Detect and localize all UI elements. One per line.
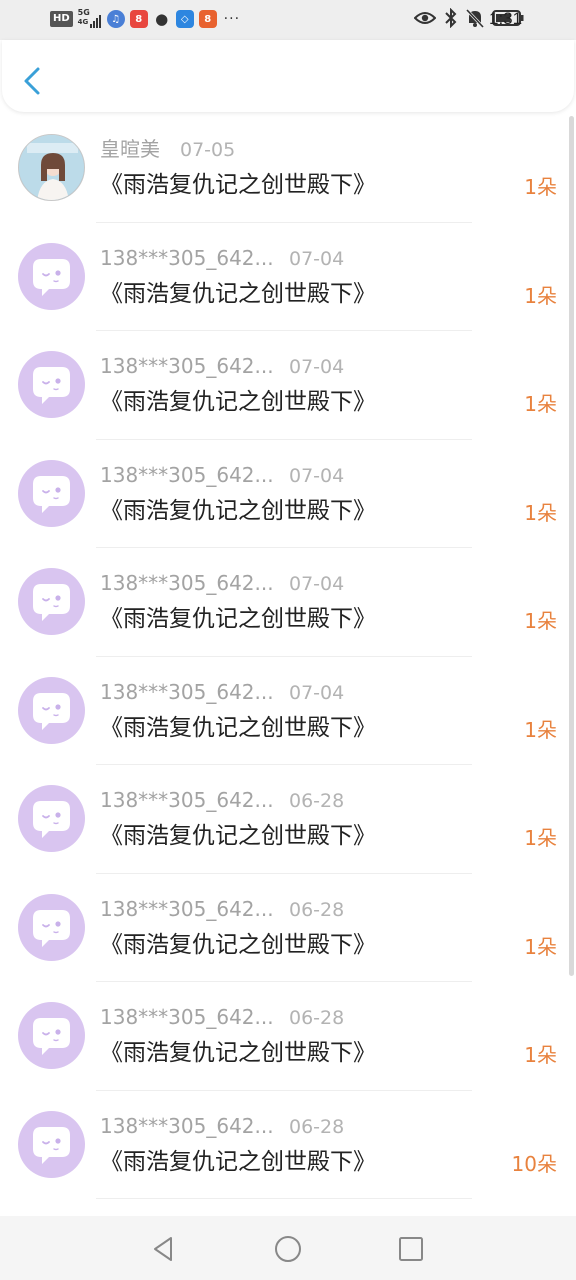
avatar[interactable]: [18, 676, 85, 744]
avatar[interactable]: [18, 785, 85, 852]
browser-app-icon: ◇: [175, 10, 194, 28]
network-5g-label: 5G: [77, 8, 90, 17]
flower-amount: 1朵: [524, 826, 557, 850]
user-name: 138***305_642...: [100, 1113, 274, 1138]
book-title: 《雨浩复仇记之创世殿下》: [100, 714, 376, 741]
book-title: 《雨浩复仇记之创世殿下》: [100, 606, 376, 632]
list-item[interactable]: 138***305_642... 06-28 《雨浩复仇记之创世殿下》 1朵: [0, 874, 576, 982]
status-bar: HD 5G 4G ♫ 8 ● ◇ 8 ··· 1:31: [0, 0, 576, 40]
flower-amount: 10朵: [511, 1151, 557, 1176]
avatar[interactable]: [18, 459, 85, 527]
nav-recents-icon[interactable]: [396, 1234, 426, 1264]
record-date: 06-28: [289, 1007, 345, 1029]
divider: [96, 1198, 472, 1199]
flower-amount: 1朵: [524, 717, 557, 742]
status-overflow: ···: [223, 11, 241, 27]
navigation-bar: [0, 1216, 576, 1280]
record-date: 07-04: [289, 247, 345, 270]
book-title: 《雨浩复仇记之创世殿下》: [100, 931, 376, 958]
avatar[interactable]: [18, 568, 85, 635]
book-title: 《雨浩复仇记之创世殿下》: [100, 1148, 376, 1175]
nav-back-icon[interactable]: [149, 1234, 179, 1264]
network-4g-label: 4G: [77, 18, 89, 26]
record-date: 07-04: [289, 356, 345, 378]
clock-time: 1:31: [489, 9, 523, 28]
nav-home-icon[interactable]: [273, 1234, 303, 1264]
list-item[interactable]: 138***305_642... 07-04 《雨浩复仇记之创世殿下》 1朵: [0, 548, 576, 657]
list-item[interactable]: 138***305_642... 07-04 《雨浩复仇记之创世殿下》 1朵: [0, 331, 576, 440]
flower-amount: 1朵: [524, 392, 557, 416]
app-header: [2, 40, 574, 112]
video-app-icon: 8: [129, 10, 148, 28]
user-name: 138***305_642...: [100, 679, 274, 704]
list-item[interactable]: 138***305_642... 06-28 《雨浩复仇记之创世殿下》 1朵: [0, 982, 576, 1091]
user-name: 138***305_642...: [100, 788, 274, 812]
list-item[interactable]: 138***305_642... 07-04 《雨浩复仇记之创世殿下》 1朵: [0, 657, 576, 765]
avatar[interactable]: [18, 242, 85, 310]
avatar[interactable]: [18, 1002, 85, 1069]
user-name: 138***305_642...: [100, 571, 274, 595]
list-item[interactable]: 138***305_642... 07-04 《雨浩复仇记之创世殿下》 1朵: [0, 223, 576, 331]
user-name: 皇暄美: [100, 137, 160, 161]
bluetooth-icon: [445, 8, 457, 28]
back-button[interactable]: [20, 66, 44, 96]
book-title: 《雨浩复仇记之创世殿下》: [100, 1040, 376, 1066]
avatar[interactable]: [18, 134, 85, 201]
book-title: 《雨浩复仇记之创世殿下》: [100, 172, 376, 198]
gift-record-list: 皇暄美 07-05 《雨浩复仇记之创世殿下》 1朵 138***305_642... 07…: [0, 114, 576, 1199]
music-app-icon: ♫: [106, 10, 125, 28]
list-item[interactable]: 138***305_642... 06-28 《雨浩复仇记之创世殿下》 1朵: [0, 765, 576, 874]
user-name: 138***305_642...: [100, 1005, 274, 1029]
record-date: 06-28: [289, 1115, 345, 1138]
scrollbar[interactable]: [569, 116, 574, 976]
wechat-icon: ●: [155, 10, 169, 28]
user-name: 138***305_642...: [100, 462, 274, 487]
flower-amount: 1朵: [524, 934, 557, 959]
record-date: 06-28: [289, 790, 345, 812]
signal-icon: 5G 4G: [78, 8, 102, 30]
reader-app-icon: 8: [198, 10, 217, 28]
list-item[interactable]: 138***305_642... 06-28 《雨浩复仇记之创世殿下》 10朵: [0, 1091, 576, 1199]
flower-amount: 1朵: [524, 500, 557, 525]
eye-icon: [414, 12, 436, 24]
status-left-icons: HD 5G 4G ♫ 8 ● ◇ 8 ···: [50, 8, 240, 30]
list-item[interactable]: 皇暄美 07-05 《雨浩复仇记之创世殿下》 1朵: [0, 114, 576, 223]
book-title: 《雨浩复仇记之创世殿下》: [100, 497, 376, 524]
book-title: 《雨浩复仇记之创世殿下》: [100, 280, 376, 307]
record-date: 07-05: [180, 139, 236, 161]
avatar[interactable]: [18, 1110, 85, 1178]
flower-amount: 1朵: [524, 283, 557, 308]
user-name: 138***305_642...: [100, 896, 274, 921]
book-title: 《雨浩复仇记之创世殿下》: [100, 823, 376, 849]
record-date: 07-04: [289, 681, 345, 704]
hd-badge: HD: [50, 11, 73, 27]
flower-amount: 1朵: [524, 609, 557, 633]
list-item[interactable]: 138***305_642... 07-04 《雨浩复仇记之创世殿下》 1朵: [0, 440, 576, 548]
user-name: 138***305_642...: [100, 245, 274, 270]
flower-amount: 1朵: [524, 175, 557, 199]
mute-icon: [466, 8, 484, 28]
user-name: 138***305_642...: [100, 354, 274, 378]
avatar[interactable]: [18, 893, 85, 961]
avatar[interactable]: [18, 351, 85, 418]
record-date: 07-04: [289, 573, 345, 595]
book-title: 《雨浩复仇记之创世殿下》: [100, 389, 376, 415]
record-date: 06-28: [289, 898, 345, 921]
flower-amount: 1朵: [524, 1043, 557, 1067]
record-date: 07-04: [289, 464, 345, 487]
chevron-left-icon: [24, 67, 40, 95]
